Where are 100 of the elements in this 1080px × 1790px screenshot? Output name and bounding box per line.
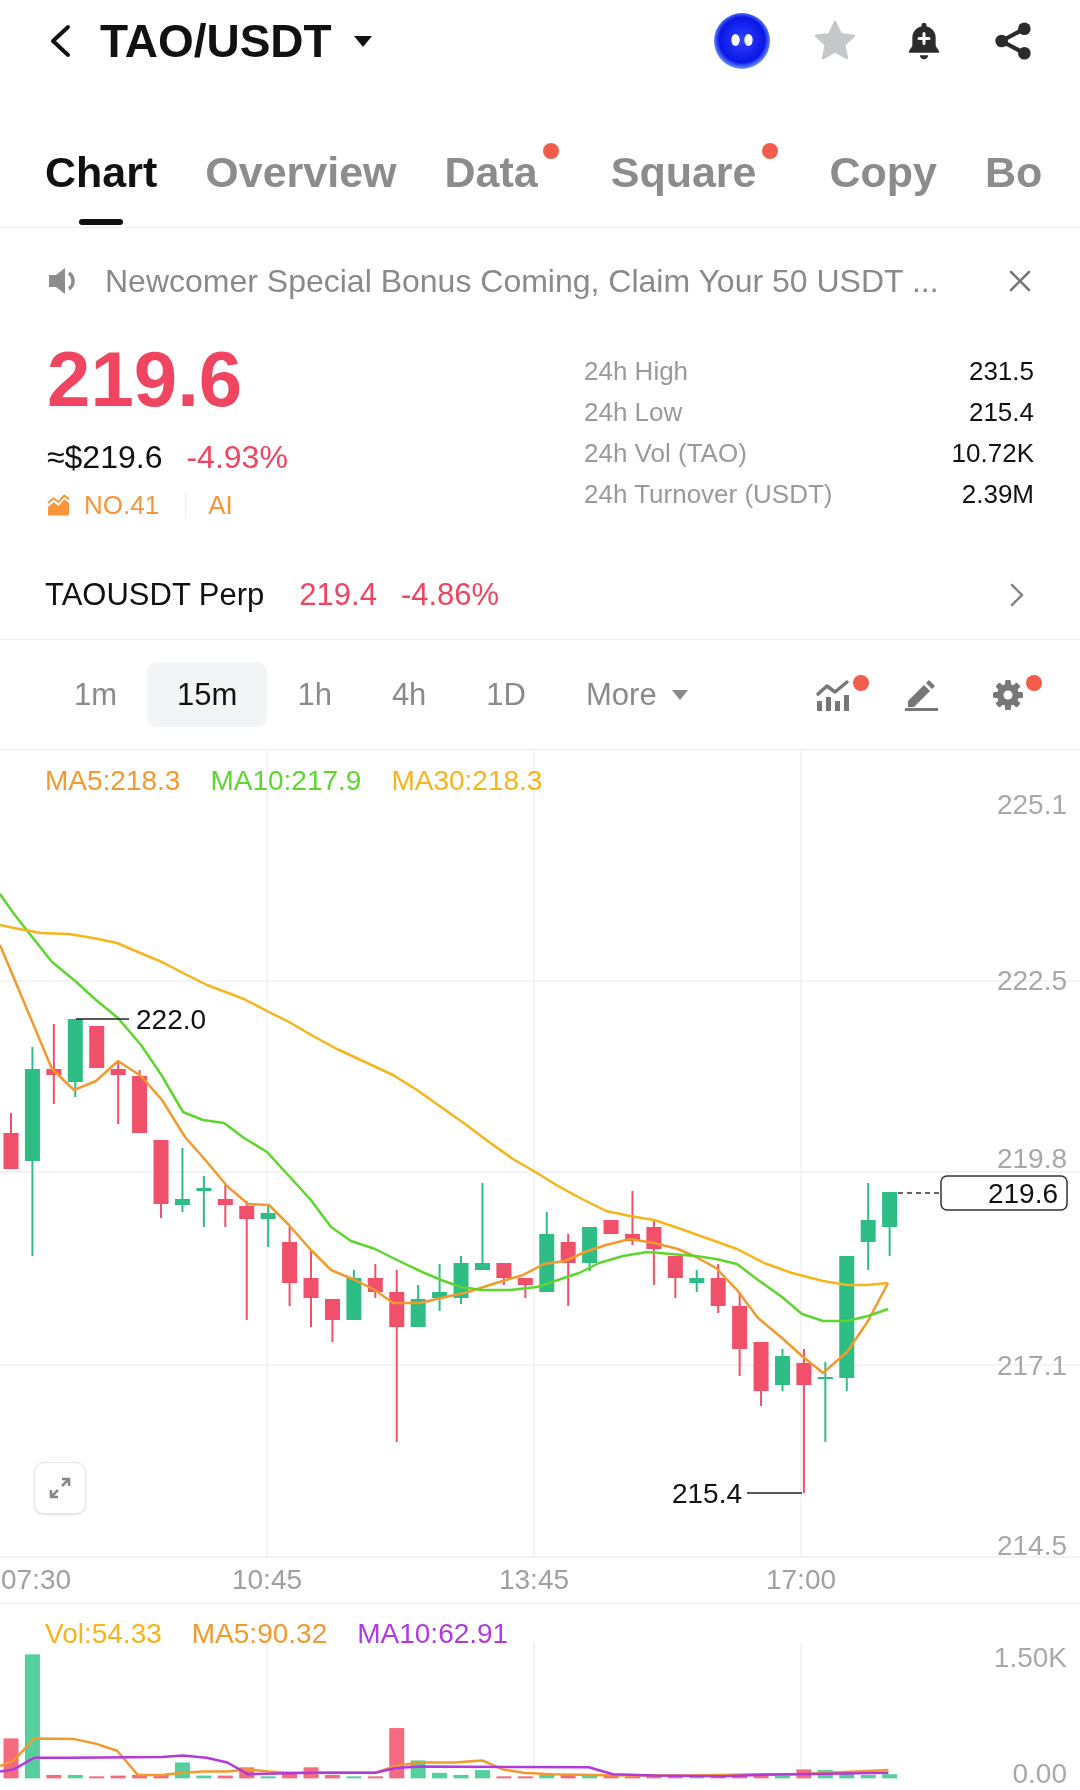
candle <box>132 1069 148 1134</box>
candle <box>346 1269 362 1321</box>
last-price-tag: 219.6 <box>940 1175 1068 1211</box>
volume-bar <box>603 1775 619 1779</box>
volume-bar <box>389 1728 405 1779</box>
legend-label: MA5:90.32 <box>191 1617 328 1651</box>
candle <box>689 1269 705 1293</box>
candle <box>432 1263 448 1312</box>
interval-tab[interactable]: 1D <box>456 662 556 727</box>
volume-bar <box>282 1772 298 1779</box>
rank-tag[interactable]: NO.41 <box>84 488 160 522</box>
volume-bar <box>153 1774 169 1779</box>
volume-bar <box>46 1774 62 1779</box>
volume-bar <box>753 1774 769 1779</box>
low-price-label: 215.4 <box>671 1477 742 1509</box>
mascot-icon[interactable] <box>713 11 771 71</box>
volume-bar <box>110 1775 126 1779</box>
candle <box>517 1277 533 1299</box>
candle <box>882 1191 898 1257</box>
tab[interactable]: Data <box>444 147 538 225</box>
pair-selector[interactable]: TAO/USDT <box>100 15 372 67</box>
tab[interactable]: Bo <box>985 147 1043 225</box>
share-icon[interactable] <box>992 20 1034 62</box>
price-axis-label: 225.1 <box>996 788 1067 820</box>
tab[interactable]: Square <box>610 147 757 225</box>
price-axis-label: 217.1 <box>996 1349 1067 1381</box>
price-change: -4.93% <box>186 438 288 477</box>
expand-button[interactable] <box>34 1462 86 1514</box>
perp-name: TAOUSDT Perp <box>45 576 265 614</box>
candle <box>3 1112 19 1170</box>
volume-bar <box>517 1776 533 1779</box>
perp-price: 219.4 <box>299 576 377 614</box>
volume-bar <box>496 1776 512 1779</box>
more-dropdown[interactable]: More <box>556 662 718 727</box>
volume-bar <box>775 1775 790 1779</box>
legend-label: MA30:218.3 <box>391 764 543 798</box>
stat-label: 24h Vol (TAO) <box>584 436 747 470</box>
volume-bar <box>582 1775 598 1779</box>
interval-tab[interactable]: 15m <box>147 662 268 727</box>
leader-line <box>75 1018 130 1020</box>
volume-bar <box>667 1776 683 1779</box>
candle <box>410 1284 426 1328</box>
volume-bar <box>260 1776 276 1779</box>
fiat-price: ≈$219.6 <box>47 438 163 477</box>
volume-bar <box>817 1770 833 1779</box>
candle <box>624 1190 640 1246</box>
candle <box>496 1262 512 1286</box>
candle <box>110 1061 126 1125</box>
candle <box>667 1255 683 1299</box>
volume-bar <box>67 1774 83 1779</box>
legend-label: MA5:218.3 <box>45 764 181 798</box>
volume-axis-label: 1.50K <box>993 1641 1067 1673</box>
volume-bar <box>624 1776 640 1779</box>
interval-tab[interactable]: 1h <box>267 662 362 727</box>
candle <box>775 1348 790 1392</box>
stat-label: 24h High <box>584 354 689 388</box>
time-axis-label: 07:30 <box>1 1563 72 1595</box>
volume-bar <box>646 1775 662 1779</box>
caret-down-icon <box>671 689 688 700</box>
chevron-right-icon[interactable] <box>1009 582 1025 608</box>
price-axis-label: 214.5 <box>996 1529 1067 1561</box>
candle <box>217 1184 233 1228</box>
tab[interactable]: Chart <box>45 147 158 225</box>
price-axis-label: 219.8 <box>996 1142 1067 1174</box>
high-price-label: 222.0 <box>136 1003 207 1035</box>
settings-icon[interactable] <box>992 678 1024 711</box>
candle <box>174 1147 190 1213</box>
caret-down-icon <box>353 35 372 47</box>
volume-bar <box>560 1774 576 1779</box>
volume-bar <box>432 1772 448 1779</box>
candle <box>324 1298 340 1343</box>
candle <box>646 1220 662 1286</box>
interval-tab[interactable]: 1m <box>44 662 148 727</box>
volume-bar <box>239 1767 255 1779</box>
volume-bar <box>89 1776 105 1779</box>
last-price: 219.6 <box>47 339 243 419</box>
tab[interactable]: Copy <box>829 147 937 225</box>
interval-tab[interactable]: 4h <box>361 662 457 727</box>
price-axis-label: 222.5 <box>996 964 1067 996</box>
indicator-chart-icon[interactable] <box>815 678 851 711</box>
time-axis-label: 13:45 <box>498 1563 570 1595</box>
expand-icon <box>49 1477 71 1499</box>
legend-label: MA10:217.9 <box>210 764 362 798</box>
stat-label: 24h Turnover (USDT) <box>584 477 833 511</box>
announcement-text: Newcomer Special Bonus Coming, Claim Your 50 USDT ... <box>105 262 939 301</box>
volume-bar <box>732 1774 748 1779</box>
volume-bar <box>689 1776 705 1779</box>
volume-bar <box>324 1774 340 1779</box>
volume-bar <box>882 1774 898 1779</box>
legend-label: Vol:54.33 <box>45 1617 162 1651</box>
leader-line <box>746 1492 803 1494</box>
close-icon[interactable] <box>1009 270 1031 292</box>
tab[interactable]: Overview <box>205 147 397 225</box>
pencil-icon[interactable] <box>905 678 938 711</box>
volume-bar <box>132 1774 148 1779</box>
chevron-left-icon[interactable] <box>48 24 72 58</box>
volume-bar <box>453 1774 469 1779</box>
sector-tag[interactable]: AI <box>208 488 233 522</box>
volume-bar <box>796 1769 812 1779</box>
candle <box>603 1219 619 1235</box>
